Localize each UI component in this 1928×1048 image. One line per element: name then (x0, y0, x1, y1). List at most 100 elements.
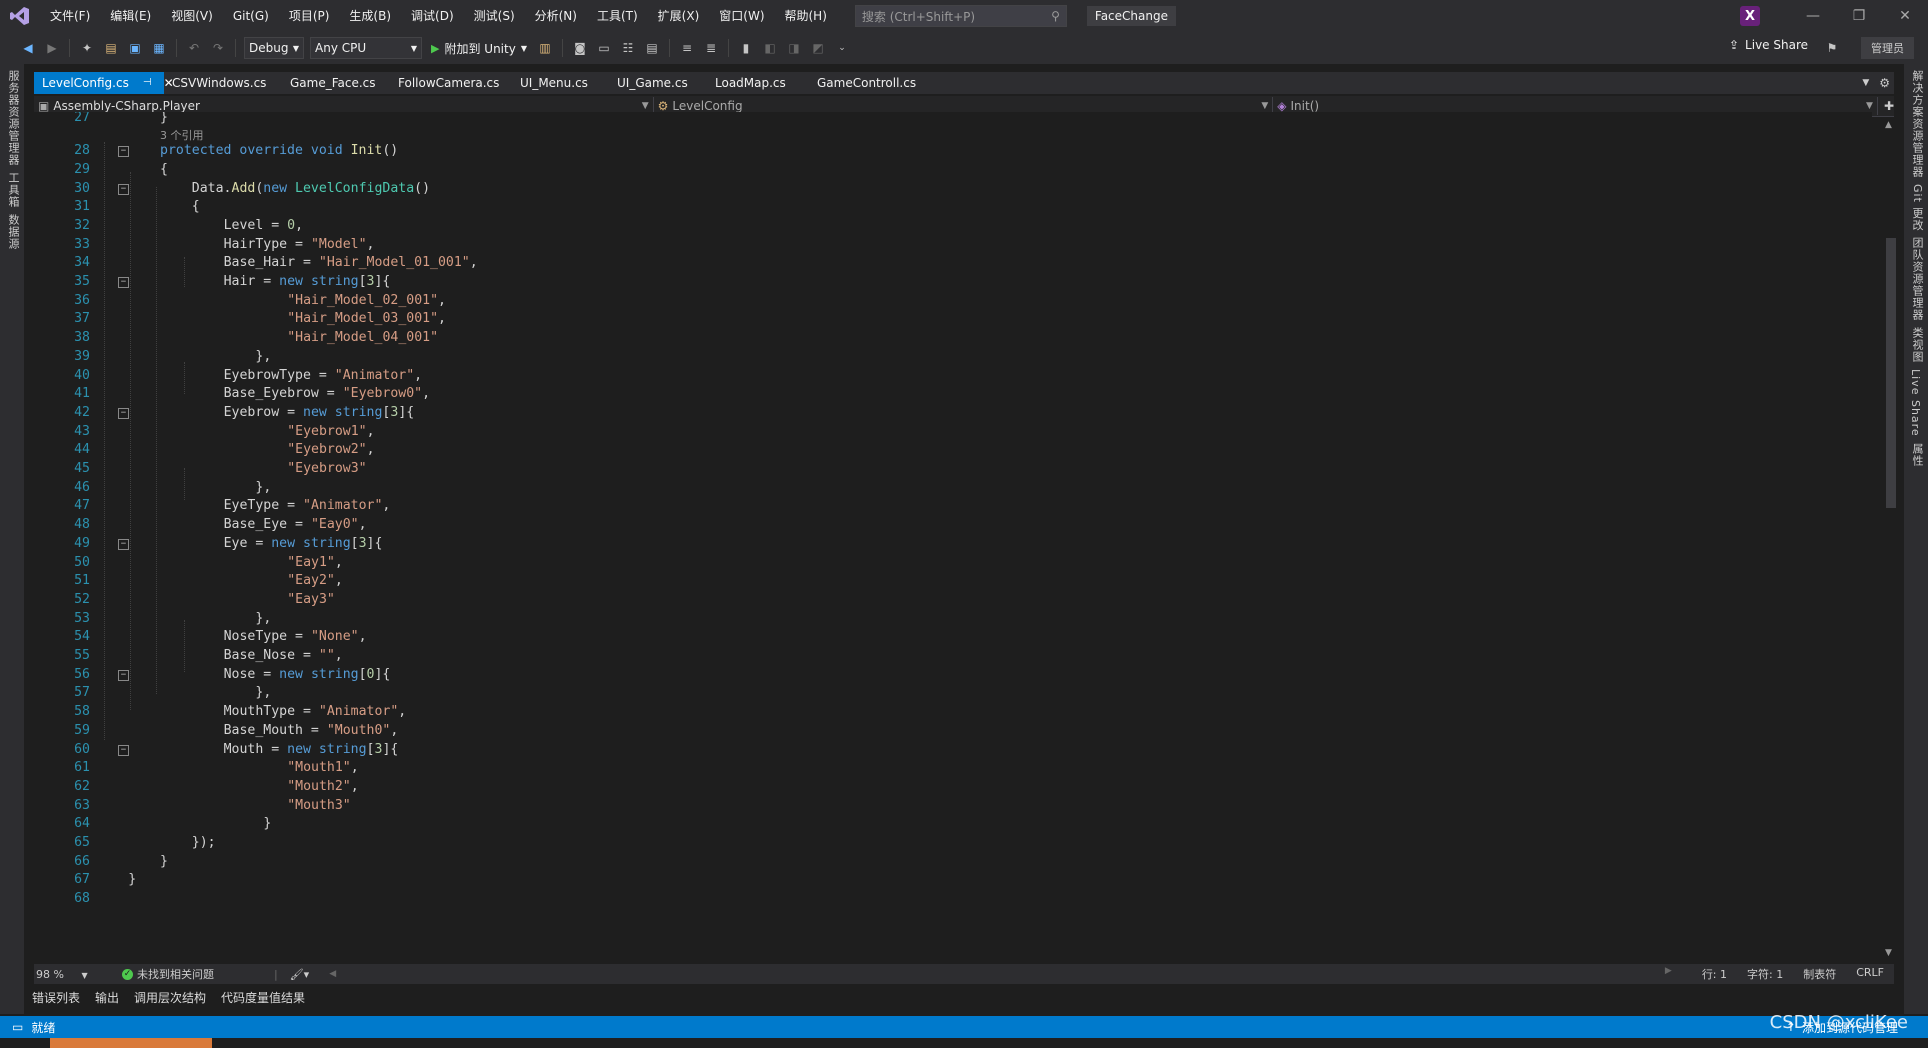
tab-document[interactable]: FollowCamera.cs (390, 72, 512, 94)
code-line[interactable]: 39}, (34, 348, 1834, 366)
code-line[interactable]: 51 "Eay2", (34, 572, 1834, 590)
tool-window-tab[interactable]: Live Share (1909, 369, 1922, 437)
code-line[interactable]: 40 EyebrowType = "Animator", (34, 367, 1834, 385)
code-line[interactable]: 44 "Eyebrow2", (34, 441, 1834, 459)
undo-icon[interactable]: ↶ (184, 38, 204, 58)
collapse-region-icon[interactable]: − (118, 277, 129, 288)
code-line[interactable]: 65}); (34, 834, 1834, 852)
code-line[interactable]: 64 } (34, 815, 1834, 833)
save-all-icon[interactable]: ▦ (149, 38, 169, 58)
code-line[interactable]: 31 { (34, 198, 1834, 216)
solution-platform-select[interactable]: Any CPU ▼ (310, 37, 422, 59)
taskbar-active-item[interactable] (50, 1038, 212, 1048)
attach-to-unity-button[interactable]: ▶ 附加到 Unity ▼ (431, 40, 527, 57)
code-line[interactable]: 30 − Data.Add(new LevelConfigData() (34, 180, 1834, 198)
scrollbar-thumb[interactable] (1886, 238, 1896, 508)
split-editor-icon[interactable]: ✚ (1884, 99, 1894, 113)
code-line[interactable]: 52 "Eay3" (34, 591, 1834, 609)
new-project-icon[interactable]: ✦ (77, 38, 97, 58)
search-input[interactable]: 搜索 (Ctrl+Shift+P) (862, 8, 975, 25)
code-line[interactable]: 41 Base_Eyebrow = "Eyebrow0", (34, 385, 1834, 403)
code-line[interactable]: 37 "Hair_Model_03_001", (34, 310, 1834, 328)
code-line[interactable]: 47 EyeType = "Animator", (34, 497, 1834, 515)
live-share-button[interactable]: ⇪ Live Share (1729, 38, 1808, 52)
eol-indicator[interactable]: CRLF (1856, 966, 1884, 982)
scroll-right-icon[interactable]: ▶ (1665, 966, 1672, 982)
menu-item[interactable]: 调试(D) (401, 0, 464, 32)
code-line[interactable]: 27} (34, 112, 1834, 127)
vertical-scrollbar[interactable]: ▲ ▼ (1882, 120, 1898, 958)
feedback-icon[interactable]: ⚑ (1822, 38, 1842, 58)
menu-item[interactable]: 分析(N) (525, 0, 587, 32)
collapse-region-icon[interactable]: − (118, 183, 129, 195)
code-line[interactable]: 54 NoseType = "None", (34, 628, 1834, 646)
menu-item[interactable]: 文件(F) (40, 0, 100, 32)
menu-item[interactable]: 编辑(E) (100, 0, 161, 32)
code-line[interactable]: 35 − Hair = new string[3]{ (34, 273, 1834, 291)
minimize-icon[interactable]: — (1790, 0, 1836, 32)
pin-icon[interactable]: ⊣ (143, 72, 152, 94)
clear-bookmarks-icon[interactable]: ◩ (808, 38, 828, 58)
code-line[interactable]: 46}, (34, 479, 1834, 497)
code-line[interactable]: 59 Base_Mouth = "Mouth0", (34, 722, 1834, 740)
tab-document[interactable]: Game_Face.cs (282, 72, 390, 94)
tabs-indicator[interactable]: 制表符 (1803, 966, 1836, 982)
tab-document[interactable]: UI_Menu.cs (512, 72, 609, 94)
scroll-left-icon[interactable]: ◀ (329, 969, 336, 979)
tool-window-tab[interactable]: 工具箱 (5, 172, 21, 208)
code-line[interactable]: 63 "Mouth3" (34, 797, 1834, 815)
code-line[interactable]: 45 "Eyebrow3" (34, 460, 1834, 478)
close-window-icon[interactable]: ✕ (1882, 0, 1928, 32)
code-line[interactable]: 34 Base_Hair = "Hair_Model_01_001", (34, 254, 1834, 272)
prev-bookmark-icon[interactable]: ◧ (760, 38, 780, 58)
menu-item[interactable]: 测试(S) (464, 0, 525, 32)
code-line[interactable]: 29 { (34, 161, 1834, 179)
collapse-region-icon[interactable]: − (118, 146, 129, 158)
tool-window-tab[interactable]: 类视图 (1909, 327, 1925, 363)
tool-window-tab[interactable]: 数据源 (5, 214, 21, 250)
collapse-region-icon[interactable]: − (118, 669, 129, 681)
char-indicator[interactable]: 字符: 1 (1747, 966, 1783, 982)
navigate-back-icon[interactable]: ◀ (18, 38, 38, 58)
tool-window-tab[interactable]: Git 更改 (1909, 184, 1925, 231)
package-icon[interactable]: ▥ (535, 38, 555, 58)
restore-icon[interactable]: ❐ (1836, 0, 1882, 32)
tab-list-dropdown-icon[interactable]: ▼ (1862, 78, 1869, 88)
zoom-level[interactable]: 98 % ▼ (34, 968, 94, 981)
code-line[interactable]: 60 − Mouth = new string[3]{ (34, 741, 1834, 759)
bottom-tool-tab[interactable]: 调用层次结构 (134, 989, 206, 1006)
code-line[interactable]: 43 "Eyebrow1", (34, 423, 1834, 441)
tab-document[interactable]: GameControll.cs (809, 72, 917, 94)
screenshot-icon[interactable]: ◙ (570, 38, 590, 58)
menu-item[interactable]: 项目(P) (279, 0, 340, 32)
layout-icon[interactable]: ▭ (594, 38, 614, 58)
menu-item[interactable]: 生成(B) (339, 0, 401, 32)
bottom-tool-tab[interactable]: 输出 (95, 989, 119, 1006)
scroll-down-icon[interactable]: ▼ (1885, 948, 1892, 958)
code-line[interactable]: 48 Base_Eye = "Eay0", (34, 516, 1834, 534)
menu-item[interactable]: 扩展(X) (648, 0, 710, 32)
tool-window-tab[interactable]: 解决方案资源管理器 (1909, 70, 1925, 178)
menu-item[interactable]: 帮助(H) (775, 0, 837, 32)
code-editor[interactable]: 26public string[] Mouth;27}3 个引用28−prote… (34, 112, 1872, 962)
open-file-icon[interactable]: ▤ (101, 38, 121, 58)
hierarchy-icon[interactable]: ☷ (618, 38, 638, 58)
code-line[interactable]: 49 − Eye = new string[3]{ (34, 535, 1834, 553)
menu-item[interactable]: 工具(T) (587, 0, 648, 32)
code-line[interactable]: 38 "Hair_Model_04_001" (34, 329, 1834, 347)
code-line[interactable]: 36 "Hair_Model_02_001", (34, 292, 1834, 310)
tab-document[interactable]: LevelConfig.cs ⊣ ✕ (34, 72, 174, 94)
save-icon[interactable]: ▣ (125, 38, 145, 58)
code-line[interactable]: 32 Level = 0, (34, 217, 1834, 235)
code-line[interactable]: 58 MouthType = "Animator", (34, 703, 1834, 721)
menu-item[interactable]: 窗口(W) (709, 0, 774, 32)
gear-icon[interactable]: ⚙ (1879, 76, 1890, 90)
issues-indicator[interactable]: ✓ 未找到相关问题 (122, 966, 214, 982)
code-line[interactable]: 61 "Mouth1", (34, 759, 1834, 777)
code-line[interactable]: 28 − protected override void Init() (34, 142, 1834, 160)
code-line[interactable]: 55 Base_Nose = "", (34, 647, 1834, 665)
collapse-region-icon[interactable]: − (118, 407, 129, 419)
solution-configuration-select[interactable]: Debug ▼ (244, 37, 304, 59)
code-line[interactable]: 68 (34, 890, 1834, 908)
tool-window-tab[interactable]: 属性 (1909, 443, 1925, 467)
